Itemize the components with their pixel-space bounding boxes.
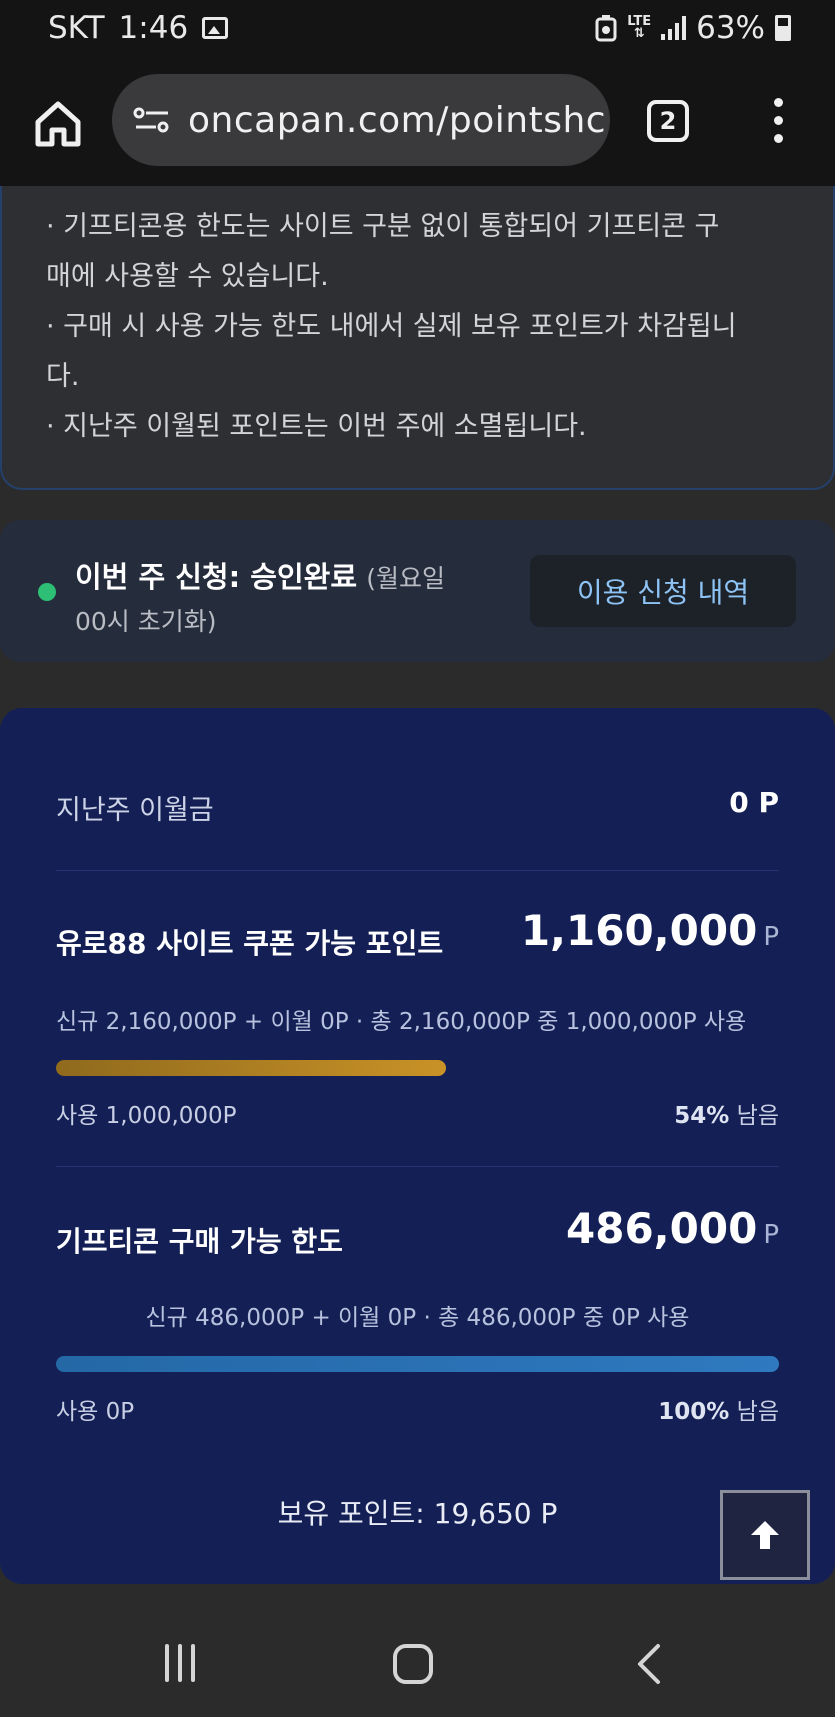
- browser-toolbar: oncapan.com/pointshc 2: [0, 60, 835, 186]
- url-text[interactable]: oncapan.com/pointshc: [188, 100, 606, 141]
- status-bar: SKT 1:46 LTE ⇅ 63%: [0, 0, 835, 60]
- euro88-progress-bar: [56, 1060, 779, 1076]
- note-line: 다.: [46, 361, 80, 392]
- notes-card: · 기프티콘용 한도는 사이트 구분 없이 통합되어 기프티콘 구 매에 사용할…: [0, 186, 835, 490]
- battery-percent: 63%: [696, 10, 765, 46]
- data-saver-icon: [595, 15, 617, 42]
- divider: [56, 870, 779, 871]
- approval-status-title: 이번 주 신청: 승인완료: [75, 560, 358, 594]
- euro88-label: 유로88 사이트 쿠폰 가능 포인트: [56, 927, 444, 960]
- battery-icon: [775, 15, 791, 41]
- gifticon-detail: 신규 486,000P + 이월 0P · 총 486,000P 중 0P 사용: [145, 1305, 690, 1331]
- euro88-detail: 신규 2,160,000P + 이월 0P · 총 2,160,000P 중 1…: [56, 1009, 747, 1035]
- status-left: SKT 1:46: [48, 10, 229, 46]
- note-line: 매에 사용할 수 있습니다.: [46, 261, 329, 292]
- status-right: LTE ⇅ 63%: [595, 10, 791, 46]
- euro88-progress-fill: [56, 1060, 447, 1076]
- arrow-up-icon: [751, 1521, 779, 1549]
- gifticon-label: 기프티콘 구매 가능 한도: [56, 1225, 343, 1258]
- address-bar[interactable]: oncapan.com/pointshc: [112, 74, 610, 166]
- carryover-label: 지난주 이월금: [56, 795, 214, 826]
- tab-switcher-button[interactable]: 2: [647, 100, 689, 142]
- gifticon-progress-fill: [56, 1356, 779, 1372]
- gifticon-points: 486,000 P: [566, 1204, 779, 1253]
- recent-apps-icon[interactable]: [160, 1644, 200, 1682]
- system-nav-bar: [0, 1600, 835, 1717]
- usage-history-button[interactable]: 이용 신청 내역: [530, 555, 796, 627]
- euro88-remaining: 54% 남음: [674, 1096, 779, 1130]
- approval-status-card: 이번 주 신청: 승인완료 (월요일 00시 초기화) 이용 신청 내역: [0, 520, 835, 662]
- euro88-remaining-suffix: 남음: [736, 1103, 779, 1129]
- gifticon-value: 486,000: [566, 1204, 758, 1253]
- gallery-icon: [202, 17, 229, 39]
- gifticon-unit: P: [763, 1220, 779, 1250]
- gifticon-remaining: 100% 남음: [658, 1392, 779, 1426]
- site-settings-icon[interactable]: [132, 105, 172, 135]
- scroll-to-top-button[interactable]: [720, 1490, 810, 1580]
- euro88-remaining-pct: 54%: [674, 1103, 730, 1129]
- gifticon-remaining-pct: 100%: [658, 1399, 730, 1425]
- clock: 1:46: [118, 10, 189, 46]
- note-line: · 지난주 이월된 포인트는 이번 주에 소멸됩니다.: [46, 411, 587, 442]
- euro88-value: 1,160,000: [520, 906, 758, 955]
- more-menu-icon[interactable]: [770, 98, 786, 148]
- home-icon[interactable]: [30, 96, 86, 152]
- status-dot: [38, 583, 56, 601]
- signal-icon: [661, 16, 687, 40]
- approval-status: 이번 주 신청: 승인완료 (월요일: [75, 554, 445, 596]
- divider: [56, 1166, 779, 1167]
- gifticon-progress-bar: [56, 1356, 779, 1372]
- reset-note-cont: 00시 초기화): [75, 607, 217, 636]
- carrier-label: SKT: [48, 10, 105, 46]
- euro88-unit: P: [763, 922, 779, 952]
- note-line: · 기프티콘용 한도는 사이트 구분 없이 통합되어 기프티콘 구: [46, 211, 720, 242]
- network-type: LTE ⇅: [627, 14, 652, 41]
- nav-home-icon[interactable]: [393, 1644, 433, 1684]
- euro88-used: 사용 1,000,000P: [56, 1103, 237, 1129]
- reset-note: (월요일: [366, 564, 445, 593]
- gifticon-used: 사용 0P: [56, 1399, 135, 1425]
- euro88-points: 1,160,000 P: [521, 906, 779, 955]
- holding-points: 보유 포인트: 19,650 P: [277, 1497, 558, 1530]
- carryover-value: 0 P: [729, 786, 779, 819]
- note-line: · 구매 시 사용 가능 한도 내에서 실제 보유 포인트가 차감됩니: [46, 311, 737, 342]
- back-icon[interactable]: [634, 1642, 664, 1686]
- gifticon-remaining-suffix: 남음: [736, 1399, 779, 1425]
- points-panel: 지난주 이월금 0 P 유로88 사이트 쿠폰 가능 포인트 1,160,000…: [0, 708, 835, 1584]
